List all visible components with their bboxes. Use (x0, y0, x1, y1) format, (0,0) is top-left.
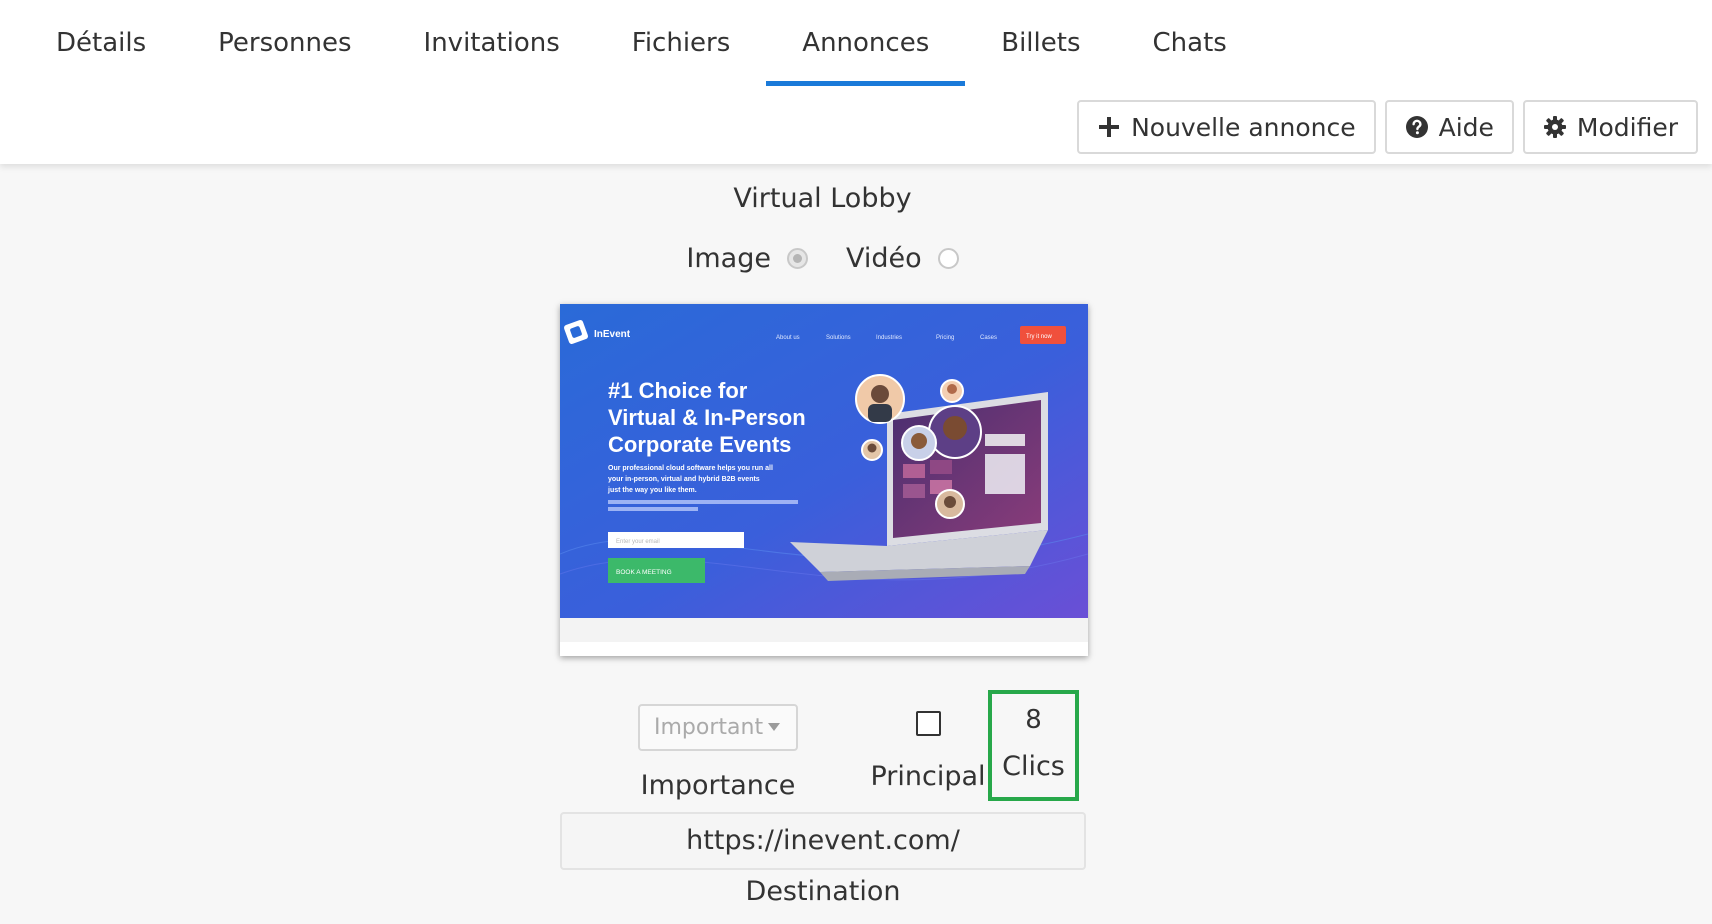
top-bar: Détails Personnes Invitations Fichiers A… (0, 0, 1712, 164)
destination-label: Destination (745, 876, 901, 907)
preview-nav-cases: Cases (980, 335, 997, 341)
new-ad-button[interactable]: Nouvelle annonce (1077, 100, 1376, 154)
preview-body-2: your in-person, virtual and hybrid B2B e… (608, 476, 760, 483)
preview-nav-pricing: Pricing (936, 335, 954, 341)
preview-body-3: just the way you like them. (607, 487, 697, 494)
tab-ads[interactable]: Annonces (766, 0, 966, 86)
tab-chats[interactable]: Chats (1117, 0, 1263, 86)
ad-settings: Important Importance Principal 8 Clics (0, 677, 1712, 801)
question-circle-icon (1405, 116, 1428, 138)
preview-nav-industries: Industries (876, 335, 902, 341)
video-radio[interactable] (937, 248, 959, 269)
preview-cta-label: Try it now (1026, 334, 1052, 340)
ad-editor: Virtual Lobby Image Vidéo InEvent About … (0, 164, 1712, 924)
clicks-count: 8 (1025, 705, 1042, 735)
tab-files[interactable]: Fichiers (596, 0, 767, 86)
tab-invitations[interactable]: Invitations (388, 0, 596, 86)
preview-headline-2: Virtual & In-Person (608, 405, 806, 430)
preview-headline-3: Corporate Events (608, 432, 791, 457)
tab-tickets[interactable]: Billets (965, 0, 1116, 86)
principal-label: Principal (870, 761, 986, 792)
preview-nav-about: About us (776, 335, 800, 341)
preview-book-label: BOOK A MEETING (616, 569, 672, 576)
image-radio[interactable] (786, 248, 808, 269)
importance-value: Important (654, 715, 764, 740)
edit-button[interactable]: Modifier (1522, 100, 1698, 154)
new-ad-label: Nouvelle annonce (1131, 112, 1356, 142)
ad-title: Virtual Lobby (733, 183, 912, 214)
edit-label: Modifier (1576, 112, 1678, 142)
help-label: Aide (1438, 112, 1494, 142)
clicks-counter: 8 Clics (988, 690, 1079, 801)
gear-icon (1543, 116, 1566, 138)
toolbar: Nouvelle annonce Aide Modifier (1077, 100, 1698, 154)
tab-details[interactable]: Détails (0, 0, 182, 86)
tab-bar: Détails Personnes Invitations Fichiers A… (0, 0, 1263, 86)
principal-checkbox[interactable] (916, 711, 941, 736)
caret-down-icon (768, 723, 780, 731)
preview-screenshot: InEvent About us Solutions Industries Pr… (560, 304, 1088, 656)
destination-url-input[interactable]: https://inevent.com/ (560, 812, 1086, 870)
importance-select[interactable]: Important (638, 704, 798, 751)
media-option-video[interactable]: Vidéo (846, 243, 959, 274)
media-image-label: Image (686, 243, 771, 274)
media-option-image[interactable]: Image (686, 243, 808, 274)
plus-icon (1099, 117, 1120, 137)
help-button[interactable]: Aide (1384, 100, 1514, 154)
preview-headline-1: #1 Choice for (608, 378, 748, 403)
preview-brand: InEvent (594, 329, 631, 340)
preview-nav-solutions: Solutions (826, 335, 851, 341)
tab-people[interactable]: Personnes (182, 0, 387, 86)
clicks-label: Clics (1002, 751, 1065, 782)
media-video-label: Vidéo (845, 243, 922, 274)
importance-label: Importance (640, 770, 796, 801)
preview-body-1: Our professional cloud software helps yo… (608, 465, 773, 472)
ad-image-preview[interactable]: InEvent About us Solutions Industries Pr… (560, 304, 1088, 656)
media-type-selector: Image Vidéo (0, 243, 1645, 274)
preview-email-placeholder: Enter your email (616, 539, 660, 545)
